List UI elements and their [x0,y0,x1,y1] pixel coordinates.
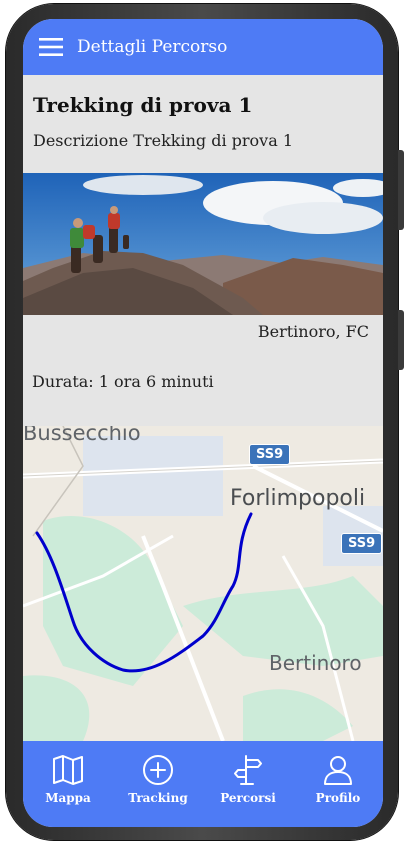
map-icon [53,755,83,785]
menu-button[interactable] [23,19,79,75]
route-map[interactable]: Bussecchio Forlimpopoli Bertinoro SS9 SS… [23,426,383,741]
person-icon [324,756,352,785]
menu-icon [39,38,63,56]
screen: Dettagli Percorso Trekking di prova 1 De… [23,19,383,827]
nav-label: Profilo [315,791,361,805]
nav-item-percorsi[interactable]: Percorsi [208,741,288,805]
plus-circle-icon [143,755,173,785]
app-bar: Dettagli Percorso [23,19,383,75]
page-title: Dettagli Percorso [77,37,228,57]
trek-photo [23,173,383,315]
volume-button [398,150,404,230]
trek-description: Descrizione Trekking di prova 1 [33,131,294,150]
nav-label: Mappa [45,791,91,805]
signpost-icon [234,755,262,785]
nav-item-profilo[interactable]: Profilo [298,741,378,805]
map-label-bussecchio: Bussecchio [23,426,141,445]
trek-duration: Durata: 1 ora 6 minuti [32,372,214,391]
nav-label: Tracking [128,791,188,805]
road-shield: SS9 [249,444,291,465]
trek-location: Bertinoro, FC [257,322,369,341]
map-label-bertinoro: Bertinoro [269,651,362,675]
road-shield: SS9 [341,533,383,554]
trek-title: Trekking di prova 1 [33,93,253,117]
nav-label: Percorsi [220,791,276,805]
power-button [398,310,404,370]
nav-item-mappa[interactable]: Mappa [28,741,108,805]
bottom-navigation: Mappa Tracking Percorsi Profilo [23,741,383,827]
map-label-forlimpopoli: Forlimpopoli [230,486,366,511]
nav-item-tracking[interactable]: Tracking [118,741,198,805]
